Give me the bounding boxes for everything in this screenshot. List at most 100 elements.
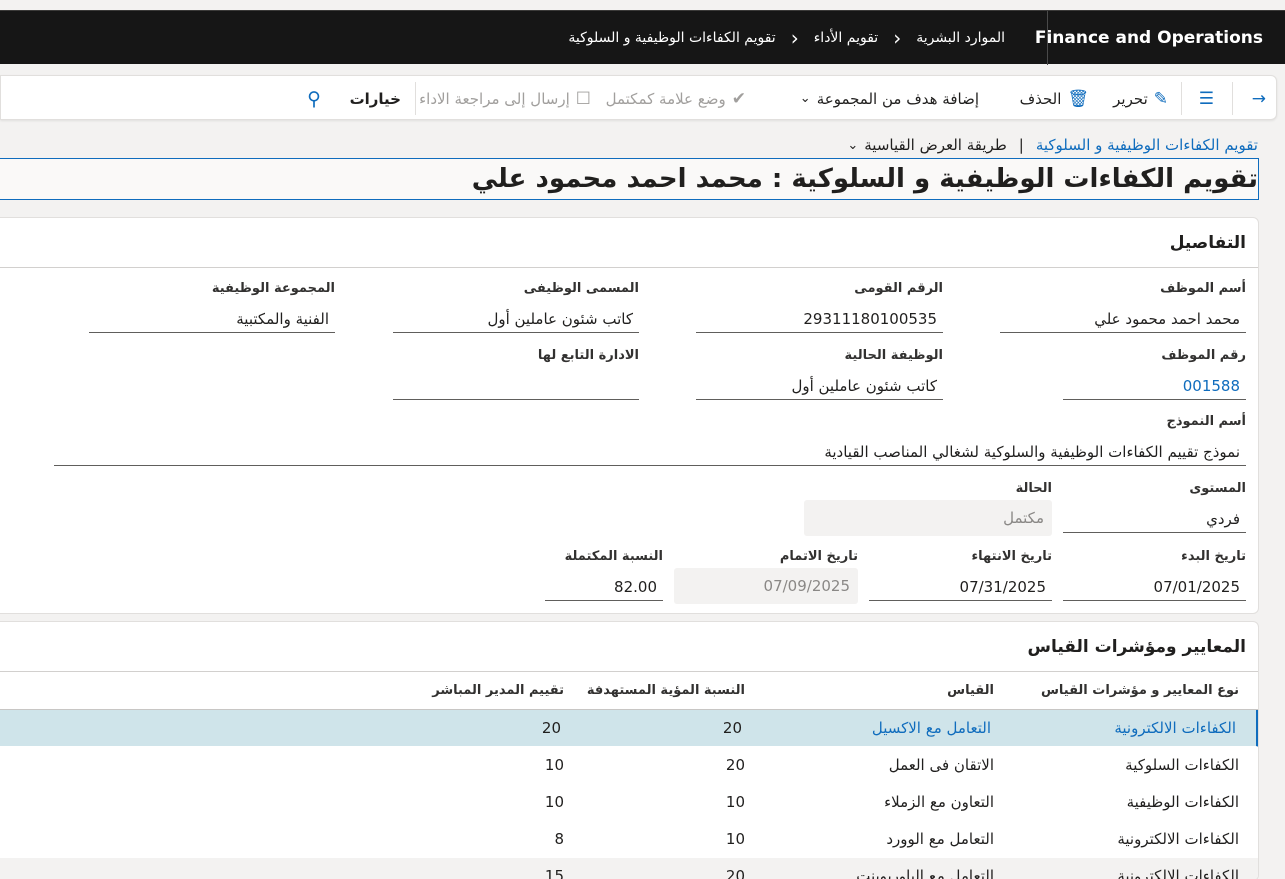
row-manager-rating[interactable]: 15 bbox=[364, 858, 564, 879]
chevron-down-icon: ⌄ bbox=[847, 137, 859, 153]
row-target: 10 bbox=[725, 793, 745, 811]
send-review-button[interactable]: ☐ إرسال إلى مراجعة الاداء bbox=[419, 76, 591, 121]
chevron-left-icon: ‹ bbox=[893, 26, 902, 50]
row-type-link[interactable]: الكفاءات الالكترونية bbox=[1006, 710, 1236, 746]
caption-separator: | bbox=[1018, 136, 1024, 154]
top-navigation-bar: Finance and Operations الموارد البشرية ‹… bbox=[0, 10, 1285, 65]
delete-button[interactable]: 🗑 الحذف bbox=[1020, 76, 1089, 121]
row-manager-rating[interactable]: 8 bbox=[364, 821, 564, 857]
job-title-label: المسمى الوظيفى bbox=[523, 281, 639, 296]
department-field: الادارة التابع لها bbox=[393, 347, 639, 400]
department-input[interactable] bbox=[393, 373, 639, 400]
options-button[interactable]: خيارات bbox=[350, 76, 401, 121]
level-field: المستوى فردي bbox=[1063, 480, 1246, 533]
completion-percent-label: النسبة المكتملة bbox=[564, 549, 663, 564]
row-type: الكفاءات الوظيفية bbox=[1126, 793, 1239, 811]
row-measure: الاتقان فى العمل bbox=[888, 756, 994, 774]
details-header[interactable]: التفاصيل bbox=[0, 218, 1258, 268]
edit-label: تحرير bbox=[1113, 89, 1148, 108]
level-input[interactable]: فردي bbox=[1063, 506, 1246, 533]
pencil-icon: ✎ bbox=[1153, 88, 1168, 109]
divider bbox=[1181, 82, 1182, 115]
template-name-input[interactable]: نموذج تقييم الكفاءات الوظيفية والسلوكية … bbox=[54, 439, 1246, 466]
job-group-input[interactable]: الفنية والمكتبية bbox=[89, 306, 335, 333]
employee-name-label: أسم الموظف bbox=[1160, 281, 1246, 296]
row-target: 20 bbox=[725, 867, 745, 879]
menu-button[interactable]: ☰ bbox=[1199, 76, 1214, 121]
app-brand[interactable]: Finance and Operations bbox=[1035, 11, 1285, 65]
page-title: تقويم الكفاءات الوظيفية و السلوكية : محم… bbox=[0, 158, 1259, 200]
status-label: الحالة bbox=[1015, 481, 1052, 496]
grid-header: نوع المعايير و مؤشرات القياس القياس النس… bbox=[0, 672, 1258, 710]
current-job-input[interactable]: كاتب شئون عاملين أول bbox=[696, 373, 943, 400]
table-row[interactable]: الكفاءات السلوكية الاتقان فى العمل 20 10 bbox=[0, 747, 1258, 784]
table-row[interactable]: الكفاءات الالكترونية التعامل مع الاكسيل … bbox=[0, 710, 1258, 747]
row-manager-rating[interactable]: 20 bbox=[361, 710, 561, 746]
table-row[interactable]: الكفاءات الوظيفية التعاون مع الزملاء 10 … bbox=[0, 784, 1258, 821]
add-goal-button[interactable]: إضافة هدف من المجموعة ⌄ bbox=[800, 76, 979, 121]
employee-number-label: رقم الموظف bbox=[1161, 348, 1246, 363]
row-measure[interactable]: التعامل مع الاكسيل bbox=[741, 710, 991, 746]
national-id-field: الرقم القومى 29311180100535 bbox=[696, 280, 943, 333]
column-header-manager-rating[interactable]: تقييم المدير المباشر bbox=[364, 672, 564, 709]
row-manager-rating[interactable]: 10 bbox=[364, 784, 564, 820]
column-header-target[interactable]: النسبة المؤية المستهدفة bbox=[585, 672, 745, 709]
back-button[interactable]: → bbox=[1252, 76, 1266, 121]
search-button[interactable]: ⚲ bbox=[307, 76, 321, 121]
column-header-type[interactable]: نوع المعايير و مؤشرات القياس bbox=[1009, 672, 1239, 709]
criteria-header[interactable]: المعايير ومؤشرات القياس bbox=[0, 622, 1258, 672]
breadcrumb-item-performance[interactable]: تقويم الأداء bbox=[812, 30, 880, 46]
current-job-field: الوظيفة الحالية كاتب شئون عاملين أول bbox=[696, 347, 943, 400]
divider bbox=[415, 82, 416, 115]
national-id-input[interactable]: 29311180100535 bbox=[696, 306, 943, 333]
completion-percent-input[interactable]: 82.00 bbox=[545, 574, 663, 601]
status-field: الحالة مكتمل bbox=[804, 480, 1052, 536]
completion-date-field: تاريخ الاتمام 07/09/2025 bbox=[674, 548, 858, 604]
start-date-label: تاريخ البدء bbox=[1181, 549, 1246, 564]
status-input: مكتمل bbox=[804, 500, 1052, 536]
job-group-field: المجموعة الوظيفية الفنية والمكتبية bbox=[89, 280, 335, 333]
template-name-label: أسم النموذج bbox=[1166, 414, 1246, 429]
edit-button[interactable]: ✎ تحرير bbox=[1113, 76, 1168, 121]
department-label: الادارة التابع لها bbox=[537, 348, 639, 363]
search-icon: ⚲ bbox=[307, 87, 321, 110]
add-goal-label: إضافة هدف من المجموعة bbox=[816, 89, 979, 108]
breadcrumb: الموارد البشرية ‹ تقويم الأداء ‹ تقويم ا… bbox=[566, 11, 1007, 65]
mark-complete-label: وضع علامة كمكتمل bbox=[605, 89, 726, 108]
breadcrumb-item-hr[interactable]: الموارد البشرية bbox=[914, 30, 1007, 46]
job-title-field: المسمى الوظيفى كاتب شئون عاملين أول bbox=[393, 280, 639, 333]
form-link[interactable]: تقويم الكفاءات الوظيفية و السلوكية bbox=[1036, 136, 1258, 154]
level-label: المستوى bbox=[1189, 481, 1246, 496]
job-title-input[interactable]: كاتب شئون عاملين أول bbox=[393, 306, 639, 333]
checkmark-icon: ✔ bbox=[731, 88, 746, 109]
row-target: 20 bbox=[722, 719, 742, 737]
row-type: الكفاءات السلوكية bbox=[1125, 756, 1239, 774]
action-pane: → ☰ ✎ تحرير 🗑 الحذف إضافة هدف من المجموع… bbox=[0, 75, 1277, 120]
mark-complete-button[interactable]: ✔ وضع علامة كمكتمل bbox=[606, 76, 746, 121]
end-date-field: تاريخ الانتهاء 07/31/2025 bbox=[869, 548, 1052, 601]
row-type: الكفاءات الالكترونية bbox=[1117, 830, 1239, 848]
row-type: الكفاءات الالكترونية bbox=[1117, 867, 1239, 879]
current-job-label: الوظيفة الحالية bbox=[844, 348, 943, 363]
view-selector[interactable]: طريقة العرض القياسية ⌄ bbox=[847, 136, 1006, 154]
table-row[interactable]: الكفاءات الالكترونية التعامل مع الباوربو… bbox=[0, 858, 1258, 879]
employee-number-field: رقم الموظف 001588 bbox=[1063, 347, 1246, 400]
employee-number-link[interactable]: 001588 bbox=[1063, 373, 1246, 400]
arrow-right-icon: → bbox=[1251, 88, 1266, 109]
start-date-field: تاريخ البدء 07/01/2025 bbox=[1063, 548, 1246, 601]
send-review-label: إرسال إلى مراجعة الاداء bbox=[419, 89, 570, 108]
criteria-fasttab: المعايير ومؤشرات القياس نوع المعايير و م… bbox=[0, 621, 1259, 879]
completion-percent-field: النسبة المكتملة 82.00 bbox=[545, 548, 663, 601]
row-manager-rating[interactable]: 10 bbox=[364, 747, 564, 783]
start-date-input[interactable]: 07/01/2025 bbox=[1063, 574, 1246, 601]
completion-date-label: تاريخ الاتمام bbox=[779, 549, 858, 564]
divider bbox=[1232, 82, 1233, 115]
employee-name-input[interactable]: محمد احمد محمود علي bbox=[1000, 306, 1246, 333]
breadcrumb-item-current[interactable]: تقويم الكفاءات الوظيفية و السلوكية bbox=[566, 30, 777, 46]
completion-date-input: 07/09/2025 bbox=[674, 568, 858, 604]
end-date-input[interactable]: 07/31/2025 bbox=[869, 574, 1052, 601]
criteria-grid: نوع المعايير و مؤشرات القياس القياس النس… bbox=[0, 672, 1258, 879]
table-row[interactable]: الكفاءات الالكترونية التعامل مع الوورد 1… bbox=[0, 821, 1258, 858]
hamburger-menu-icon: ☰ bbox=[1198, 88, 1214, 109]
column-header-measure[interactable]: القياس bbox=[744, 672, 994, 709]
